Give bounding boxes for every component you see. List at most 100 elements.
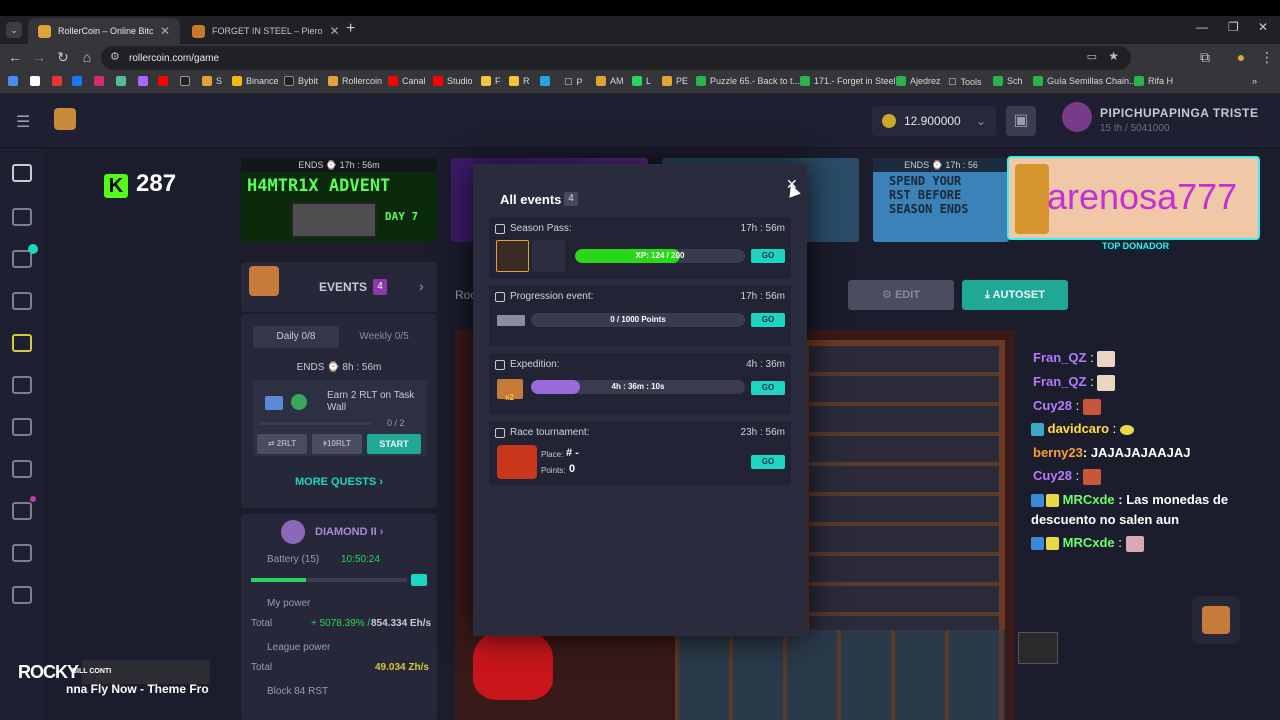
events-header[interactable]: EVENTS 4 ›: [241, 262, 437, 312]
chat-message: Cuy28 :: [1033, 398, 1101, 415]
menu-icon[interactable]: ⋮: [1258, 49, 1276, 66]
hamster-chat-button[interactable]: [1192, 596, 1240, 644]
calendar-icon[interactable]: [12, 334, 32, 352]
home-icon[interactable]: ⌂: [78, 49, 96, 65]
bookmark-tools[interactable]: ▢ Tools: [948, 76, 982, 87]
bookmark-puzzle-65[interactable]: Puzzle 65.- Back to t...: [696, 76, 800, 86]
my-power-percent: + 5078.39% /: [311, 618, 371, 629]
go-button[interactable]: GO: [751, 455, 785, 469]
forward-icon[interactable]: →: [30, 49, 48, 65]
chat-message: davidcaro :: [1031, 421, 1134, 437]
badge-icon: [1031, 423, 1044, 437]
place-value: # -: [566, 447, 579, 459]
bookmark-rollercoin[interactable]: Rollercoin: [328, 76, 382, 86]
back-icon[interactable]: ←: [6, 49, 24, 65]
bookmark-star-icon[interactable]: ★: [1108, 49, 1119, 63]
autoset-button[interactable]: ⤓ AUTOSET: [962, 280, 1068, 310]
pvp-icon[interactable]: [12, 544, 32, 562]
bookmark-icon-3[interactable]: [72, 76, 82, 86]
close-window-icon[interactable]: ✕: [1258, 20, 1268, 34]
bookmark-sch[interactable]: Sch: [993, 76, 1023, 86]
bookmark-icon-6[interactable]: [138, 76, 148, 86]
bookmark-icon-2[interactable]: [52, 76, 62, 86]
site-info-icon[interactable]: ⚙: [110, 50, 120, 63]
bookmark-171[interactable]: 171.- Forget in Steel: [800, 76, 896, 86]
bookmark-canal[interactable]: Canal: [388, 76, 426, 86]
rst-banner[interactable]: ENDS ⌚ 17h : 56 SPEND YOUR RST BEFORE SE…: [873, 158, 1009, 242]
hamburger-menu-icon[interactable]: ☰: [16, 112, 30, 132]
bookmark-am[interactable]: AM: [596, 76, 624, 86]
bookmark-s[interactable]: S: [202, 76, 222, 86]
emote-icon: [1119, 424, 1134, 435]
extensions-icon[interactable]: ⧉: [1196, 49, 1214, 66]
bookmark-icon-5[interactable]: [116, 76, 126, 86]
advent-banner[interactable]: ENDS ⌚ 17h : 56m H4MTR1X ADVENT DAY 7: [241, 158, 437, 242]
info-icon[interactable]: [12, 586, 32, 604]
mouse-cursor: [785, 182, 801, 198]
url-field[interactable]: ⚙ rollercoin.com/game ▭ ★: [101, 46, 1131, 70]
bookmark-binance[interactable]: Binance: [232, 76, 279, 86]
tab-daily[interactable]: Daily 0/8: [253, 326, 339, 348]
bookmark-icon-7[interactable]: [158, 76, 168, 86]
bookmark-rifa[interactable]: Rifa H: [1134, 76, 1173, 86]
close-tab-icon[interactable]: ✕: [160, 24, 170, 38]
bookmarks-overflow-icon[interactable]: »: [1252, 76, 1257, 86]
more-quests-link[interactable]: MORE QUESTS ›: [241, 476, 437, 488]
bookmark-icon-apps[interactable]: [8, 76, 18, 86]
rooms-icon[interactable]: [12, 460, 32, 478]
restore-icon[interactable]: ❐: [1228, 20, 1239, 34]
wallet-button[interactable]: ▣: [1006, 106, 1036, 136]
rlt-icon: [265, 396, 283, 410]
profile-icon[interactable]: ●: [1232, 49, 1250, 65]
bookmark-icon-x[interactable]: [180, 76, 190, 86]
tab-forget-in-steel[interactable]: FORGET IN STEEL – Piero ✕: [182, 18, 342, 44]
bookmark-bybit[interactable]: Bybit: [284, 76, 318, 86]
go-button[interactable]: GO: [751, 381, 785, 395]
install-icon[interactable]: ▭: [1087, 50, 1097, 63]
bookmark-icon-1[interactable]: [30, 76, 40, 86]
bookmark-pe[interactable]: PE: [662, 76, 688, 86]
bookmark-icon-4[interactable]: [94, 76, 104, 86]
close-tab-icon[interactable]: ✕: [330, 24, 340, 38]
start-button[interactable]: START: [367, 434, 421, 454]
bookmark-l[interactable]: L: [632, 76, 651, 86]
banner-title: SPEND YOUR RST BEFORE SEASON ENDS: [889, 174, 969, 216]
new-tab-button[interactable]: +: [346, 20, 355, 38]
rst-icon: [291, 394, 307, 410]
home-icon[interactable]: [12, 164, 32, 182]
bookmark-studio[interactable]: Studio: [433, 76, 473, 86]
bookmark-folder-p[interactable]: ▢ P: [564, 76, 583, 87]
storage-icon[interactable]: [12, 292, 32, 310]
rollercoin-favicon: [38, 24, 51, 38]
trophy-icon[interactable]: [12, 502, 32, 520]
minimize-icon[interactable]: —: [1196, 20, 1208, 34]
buy-2rlt-button[interactable]: ⇄ 2RLT: [257, 434, 307, 454]
rollercoin-logo[interactable]: [54, 108, 76, 130]
tab-rollercoin[interactable]: RollerCoin – Online Bitcoin Mi ✕: [28, 18, 180, 44]
go-button[interactable]: GO: [751, 249, 785, 263]
bookmark-f[interactable]: F: [481, 76, 501, 86]
bookmark-r[interactable]: R: [509, 76, 530, 86]
bookmark-guia[interactable]: Guía Semillas Chain...: [1033, 76, 1137, 86]
battery-button[interactable]: [411, 574, 427, 586]
badge-icon: [1031, 537, 1044, 551]
tab-search-button[interactable]: ⌄: [6, 22, 22, 38]
reward-slot-2[interactable]: [532, 240, 565, 272]
marketplace-icon[interactable]: [12, 376, 32, 394]
shop-icon[interactable]: [12, 418, 32, 436]
go-button[interactable]: GO: [751, 313, 785, 327]
league-power-value: 49.034 Zh/s: [375, 662, 429, 673]
edit-button[interactable]: ⚙ EDIT: [848, 280, 954, 310]
balance-dropdown[interactable]: 12.900000 ⌄: [872, 106, 996, 136]
tab-title: FORGET IN STEEL – Piero: [212, 26, 323, 36]
reload-icon[interactable]: ↻: [54, 49, 72, 66]
games-icon[interactable]: [12, 208, 32, 226]
league-link[interactable]: DIAMOND II ›: [315, 526, 383, 538]
tab-weekly[interactable]: Weekly 0/5: [341, 326, 427, 348]
bookmark-telegram[interactable]: [540, 76, 550, 86]
buy-10rlt-button[interactable]: ⏵10RLT: [312, 434, 362, 454]
chat-message: berny23: JAJAJAJAAJAJ: [1033, 445, 1191, 460]
game-top-nav: ☰ 12.900000 ⌄ ▣ PIPICHUPAPINGA TRISTE 15…: [0, 94, 1280, 148]
reward-slot-1[interactable]: [496, 240, 529, 272]
bookmark-ajedrez[interactable]: Ajedrez: [896, 76, 941, 86]
